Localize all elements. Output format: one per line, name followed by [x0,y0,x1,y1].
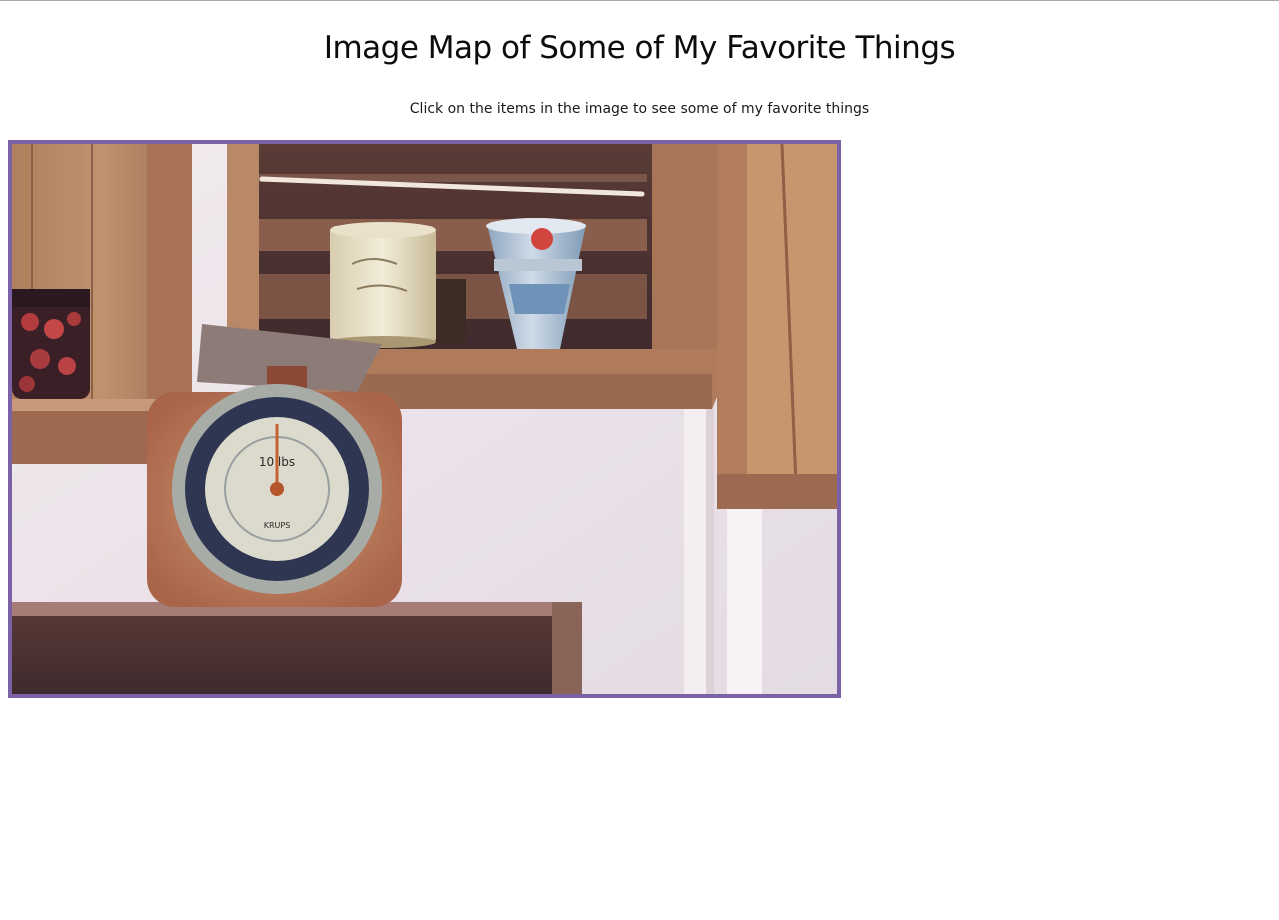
instructions-text: Click on the items in the image to see s… [409,101,870,117]
page-title: Image Map of Some of My Favorite Things [323,30,956,66]
favorite-things-image-map: 10 lbs KRUPS [8,140,841,698]
jar-of-cherries[interactable] [12,289,90,399]
top-rule [0,0,1279,1]
scale-brand-label: KRUPS [264,521,291,530]
kitchen-shelves-photo: 10 lbs KRUPS [12,144,837,694]
